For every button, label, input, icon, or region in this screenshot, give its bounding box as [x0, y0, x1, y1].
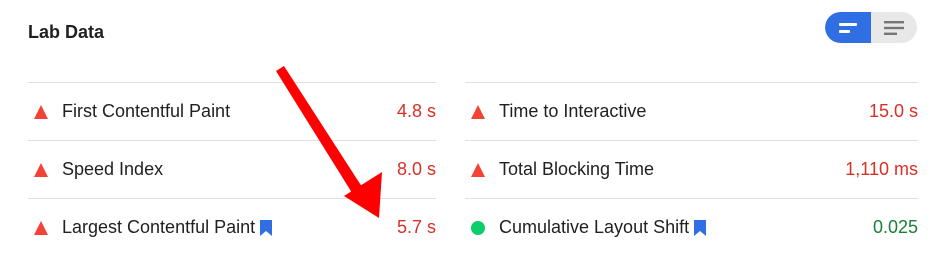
fail-triangle-icon	[471, 163, 485, 177]
bookmark-icon[interactable]	[693, 219, 707, 237]
metric-label: First Contentful Paint	[62, 101, 231, 121]
lab-data-panel: Lab Data First Contentful Paint 4.8 s Sp…	[0, 0, 944, 260]
metric-value: 1,110 ms	[845, 159, 918, 179]
metric-label: Total Blocking Time	[499, 159, 655, 179]
list-view-icon	[884, 20, 904, 35]
metric-value: 5.7 s	[396, 217, 436, 237]
metric-value: 0.025	[872, 217, 918, 237]
section-title: Lab Data	[28, 22, 105, 42]
summary-view-button[interactable]	[825, 12, 871, 43]
metric-value: 15.0 s	[868, 101, 918, 121]
metric-label: Speed Index	[62, 159, 164, 179]
metric-value: 8.0 s	[396, 159, 436, 179]
metric-row-speed-index: Speed Index 8.0 s	[28, 140, 436, 198]
fail-triangle-icon	[34, 163, 48, 177]
fail-triangle-icon	[34, 105, 48, 119]
bookmark-icon[interactable]	[259, 219, 273, 237]
metric-row-largest-contentful-paint: Largest Contentful Paint 5.7 s	[28, 198, 436, 256]
metric-label: Time to Interactive	[499, 101, 647, 121]
metric-row-cumulative-layout-shift: Cumulative Layout Shift 0.025	[465, 198, 918, 256]
fail-triangle-icon	[34, 221, 48, 235]
metric-row-time-to-interactive: Time to Interactive 15.0 s	[465, 82, 918, 140]
list-view-button[interactable]	[871, 12, 917, 43]
metrics-column-right: Time to Interactive 15.0 s Total Blockin…	[465, 82, 918, 256]
metric-row-first-contentful-paint: First Contentful Paint 4.8 s	[28, 82, 436, 140]
metric-label: Largest Contentful Paint	[62, 217, 273, 238]
metrics-column-left: First Contentful Paint 4.8 s Speed Index…	[28, 82, 436, 256]
fail-triangle-icon	[471, 105, 485, 119]
view-toggle[interactable]	[825, 12, 917, 43]
metric-value: 4.8 s	[396, 101, 436, 121]
summary-view-icon	[839, 22, 857, 33]
metric-label: Cumulative Layout Shift	[499, 217, 707, 238]
pass-circle-icon	[471, 221, 485, 235]
metric-row-total-blocking-time: Total Blocking Time 1,110 ms	[465, 140, 918, 198]
